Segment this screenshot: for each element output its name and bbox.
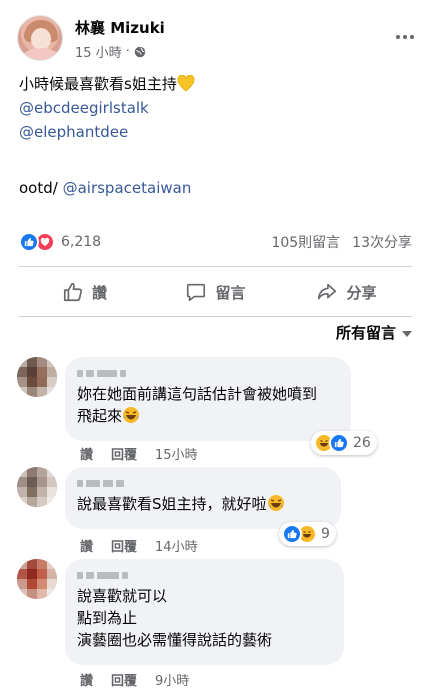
rolling-laughing-icon [123, 407, 140, 423]
comment-reply-link[interactable]: 回覆 [111, 670, 137, 689]
comment-time[interactable]: 9小時 [155, 670, 189, 689]
comment-sort-dropdown[interactable]: 所有留言 [336, 322, 412, 343]
comment-bubble: 妳在她面前講這句話估計會被她噴到 飛起來 [65, 357, 351, 441]
comment-like-link[interactable]: 讚 [80, 670, 93, 689]
comment-bubble: 說喜歡就可以 點到為止 演藝圈也必需懂得說話的藝術 [65, 559, 344, 665]
comment-like-link[interactable]: 讚 [80, 536, 93, 555]
comment-button[interactable]: 留言 [150, 270, 281, 314]
post-header: 林襄 Mizuki 15 小時 · [17, 15, 417, 63]
reaction-count: 26 [353, 435, 371, 451]
comment-reply-link[interactable]: 回覆 [111, 444, 137, 463]
author-avatar[interactable] [17, 15, 63, 61]
comment-text: 飛起來 [77, 407, 123, 425]
author-name[interactable]: 林襄 Mizuki [75, 17, 165, 38]
commenter-name-blurred[interactable] [77, 365, 339, 381]
comment-count[interactable]: 105則留言 [271, 232, 340, 252]
post-line-5: ootd/ [19, 179, 63, 197]
chevron-down-icon [402, 330, 412, 337]
comment-reactions[interactable]: 9 [279, 522, 336, 546]
comment-actions: 讚 回覆 9小時 [80, 670, 189, 689]
comment-reactions[interactable]: 26 [311, 431, 377, 455]
comment-time[interactable]: 14小時 [155, 536, 198, 555]
divider [19, 316, 412, 317]
post-actions: 讚 留言 分享 [19, 270, 412, 314]
commenter-name-blurred[interactable] [77, 567, 332, 583]
reaction-count: 9 [321, 526, 330, 542]
laughing-icon [267, 495, 284, 511]
commenter-name-blurred[interactable] [77, 475, 329, 491]
comment-text: 說喜歡就可以 [77, 587, 168, 605]
post-line-1: 小時候最喜歡看s姐主持 [19, 72, 195, 96]
comment-text: 說最喜歡看S姐主持，就好啦 [77, 495, 267, 513]
thumbs-up-icon [63, 282, 83, 302]
more-options-icon[interactable] [393, 29, 417, 45]
post-body: 小時候最喜歡看s姐主持 @ebcdeegirlstalk @elephantde… [19, 72, 195, 200]
yellow-heart-icon [177, 75, 195, 92]
divider [19, 266, 412, 267]
like-icon [19, 232, 39, 252]
comment-actions: 讚 回覆 14小時 [80, 536, 198, 555]
mention-link[interactable]: @elephantdee [19, 123, 128, 141]
reaction-icons[interactable] [19, 232, 55, 252]
share-arrow-icon [318, 283, 337, 300]
share-button[interactable]: 分享 [281, 270, 412, 314]
post-meta: 15 小時 · [75, 42, 146, 61]
like-button[interactable]: 讚 [19, 270, 150, 314]
post-time[interactable]: 15 小時 [75, 42, 122, 61]
post-stats: 6,218 105則留言 13次分享 [19, 230, 412, 254]
share-count[interactable]: 13次分享 [352, 232, 412, 252]
comment-time[interactable]: 15小時 [155, 444, 198, 463]
comment-text: 點到為止 [77, 609, 138, 627]
avatar[interactable] [17, 357, 57, 397]
like-icon [329, 433, 349, 453]
avatar[interactable] [17, 559, 57, 599]
like-icon [282, 524, 302, 544]
mention-link[interactable]: @airspacetaiwan [63, 179, 192, 197]
comment-reply-link[interactable]: 回覆 [111, 536, 137, 555]
comment-text: 妳在她面前講這句話估計會被她噴到 [77, 385, 318, 403]
comment-like-link[interactable]: 讚 [80, 444, 93, 463]
comment-actions: 讚 回覆 15小時 [80, 444, 198, 463]
mention-link[interactable]: @ebcdeegirlstalk [19, 99, 149, 117]
avatar[interactable] [17, 467, 57, 507]
reaction-count[interactable]: 6,218 [61, 234, 101, 250]
comment-icon [187, 283, 206, 302]
comment-bubble: 說最喜歡看S姐主持，就好啦 [65, 467, 341, 529]
comment-text: 演藝圈也必需懂得說話的藝術 [77, 631, 273, 649]
globe-icon [134, 46, 146, 57]
